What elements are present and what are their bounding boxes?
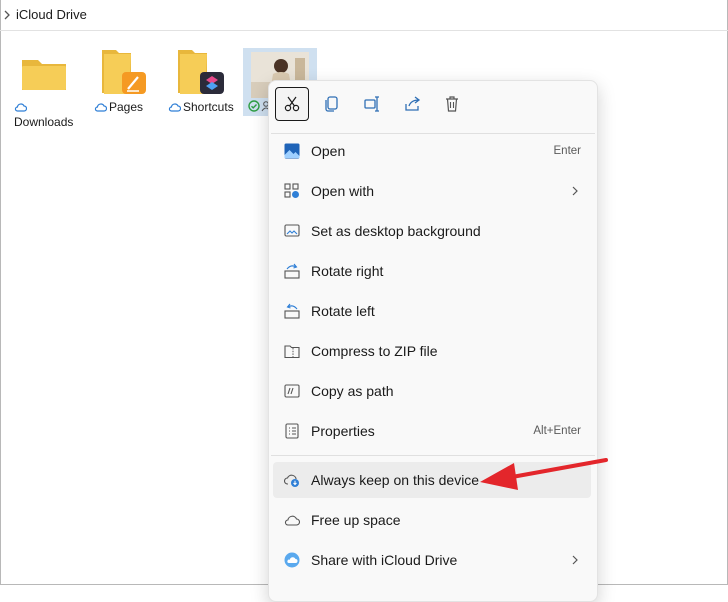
chevron-right-icon xyxy=(572,186,578,196)
copy-path-icon xyxy=(284,384,300,398)
menu-item-set-desktop-background[interactable]: Set as desktop background xyxy=(273,213,591,249)
rename-button[interactable] xyxy=(355,87,389,121)
file-name: Shortcuts xyxy=(183,100,234,114)
file-name: Downloads xyxy=(14,115,74,129)
menu-item-copy-as-path[interactable]: Copy as path xyxy=(273,373,591,409)
file-name: Pages xyxy=(109,100,144,114)
menu-item-open[interactable]: Open Enter xyxy=(273,133,591,169)
chevron-right-icon xyxy=(572,555,578,565)
folder-icon xyxy=(22,60,66,90)
cloud-download-icon xyxy=(284,474,299,487)
icloud-drive-icon xyxy=(284,552,300,568)
image-icon xyxy=(284,143,300,159)
cut-icon xyxy=(284,96,300,112)
cloud-icon xyxy=(284,515,300,526)
share-icon xyxy=(405,96,421,111)
copy-icon xyxy=(325,96,338,112)
menu-divider xyxy=(271,455,595,456)
cloud-icon xyxy=(94,103,107,112)
rotate-left-icon xyxy=(284,303,300,319)
menu-item-compress-zip[interactable]: Compress to ZIP file xyxy=(273,333,591,369)
cloud-icon xyxy=(168,103,181,112)
cloud-icon xyxy=(14,103,27,112)
menu-item-rotate-right[interactable]: Rotate right xyxy=(273,253,591,289)
breadcrumb-icloud-drive[interactable]: iCloud Drive xyxy=(16,7,87,22)
context-menu-toolbar xyxy=(269,81,597,127)
menu-item-properties[interactable]: Properties Alt+Enter xyxy=(273,413,591,449)
delete-icon xyxy=(446,96,458,112)
menu-item-rotate-left[interactable]: Rotate left xyxy=(273,293,591,329)
properties-icon xyxy=(285,423,299,439)
copy-button[interactable] xyxy=(315,87,349,121)
available-check-icon xyxy=(248,100,260,112)
open-with-icon xyxy=(284,183,299,198)
address-bar[interactable]: iCloud Drive xyxy=(0,0,728,31)
chevron-right-icon[interactable] xyxy=(2,9,12,21)
rename-icon xyxy=(364,96,379,112)
context-menu: Open Enter Open with Set as desktop back… xyxy=(268,80,598,602)
file-item-pages[interactable]: Pages xyxy=(94,46,162,130)
zip-folder-icon xyxy=(284,345,300,359)
menu-item-open-with[interactable]: Open with xyxy=(273,173,591,209)
file-item-shortcuts[interactable]: Shortcuts xyxy=(168,46,236,130)
cut-button[interactable] xyxy=(275,87,309,121)
menu-item-always-keep-on-device[interactable]: Always keep on this device xyxy=(273,462,591,498)
menu-item-share-icloud-drive[interactable]: Share with iCloud Drive xyxy=(273,542,591,578)
folder-icon xyxy=(178,50,224,94)
desktop-background-icon xyxy=(284,224,300,237)
folder-icon xyxy=(102,50,146,94)
menu-item-free-up-space[interactable]: Free up space xyxy=(273,502,591,538)
rotate-right-icon xyxy=(284,263,300,279)
file-item-downloads[interactable]: Downloads xyxy=(14,46,82,130)
share-button[interactable] xyxy=(395,87,429,121)
delete-button[interactable] xyxy=(435,87,469,121)
